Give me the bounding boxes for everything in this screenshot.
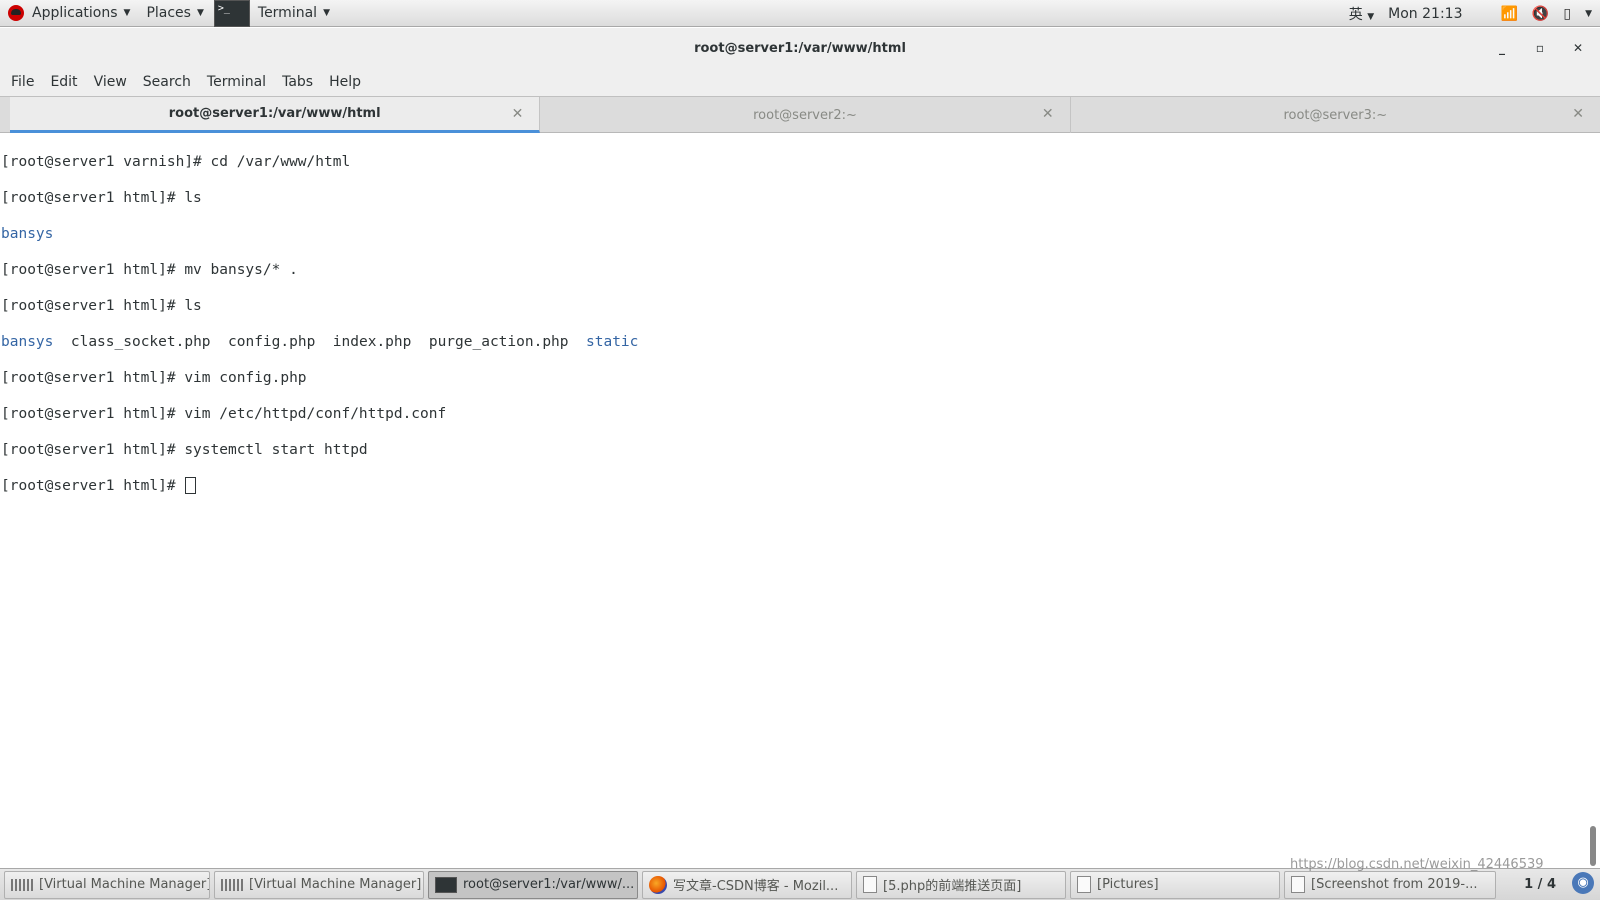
directory-entry: static [586, 334, 639, 350]
wifi-icon[interactable]: 📶 [1500, 6, 1517, 22]
applications-menu[interactable]: Applications ▼ [0, 0, 138, 27]
close-icon[interactable]: ✕ [512, 106, 524, 122]
screenshot-icon [1291, 876, 1305, 893]
close-icon[interactable]: ✕ [1572, 106, 1584, 122]
taskbar: [Virtual Machine Manager] [Virtual Machi… [0, 868, 1600, 900]
tab-label: root@server1:/var/www/html [168, 106, 381, 121]
prompt: [root@server1 html]# [1, 478, 185, 494]
clock[interactable]: Mon 21:13 [1388, 6, 1462, 22]
battery-icon[interactable]: ▯ [1563, 6, 1571, 22]
terminal-line: bansys [1, 226, 54, 242]
task-firefox[interactable]: 写文章-CSDN博客 - Mozil... [642, 870, 852, 899]
tab-server3[interactable]: root@server3:~ ✕ [1071, 97, 1600, 133]
document-icon [863, 876, 877, 893]
ls-output-line: bansys class_socket.php config.php index… [1, 333, 1585, 351]
terminal-line: [root@server1 html]# vim config.php [1, 370, 307, 386]
menu-tabs[interactable]: Tabs [274, 74, 321, 90]
tab-label: root@server3:~ [1283, 107, 1388, 123]
window-title-bar[interactable]: root@server1:/var/www/html _ ▫ ✕ [0, 28, 1600, 68]
places-menu[interactable]: Places ▼ [138, 0, 211, 27]
task-terminal[interactable]: root@server1:/var/www/... [428, 870, 638, 899]
close-button[interactable]: ✕ [1568, 38, 1588, 58]
file-entry: config.php [228, 334, 316, 350]
vm-manager-icon [11, 878, 33, 891]
menu-bar: File Edit View Search Terminal Tabs Help [0, 68, 1600, 96]
prompt-line: [root@server1 html]# [1, 477, 1585, 495]
tab-bar: root@server1:/var/www/html ✕ root@server… [0, 96, 1600, 133]
system-tray: 英 ▼ Mon 21:13 📶 🔇 ▯ ▼ [1349, 0, 1592, 27]
terminal-icon [213, 0, 250, 27]
vm-manager-icon [221, 878, 243, 891]
directory-entry: bansys [1, 334, 54, 350]
top-panel: Applications ▼ Places ▼ Terminal ▼ 英 ▼ M… [0, 0, 1600, 27]
task-label: [5.php的前端推送页面] [883, 879, 1022, 894]
workspace-switcher-icon[interactable]: ◉ [1572, 872, 1594, 894]
terminal-line: [root@server1 html]# mv bansys/* . [1, 262, 298, 278]
terminal-line: [root@server1 html]# ls [1, 298, 202, 314]
terminal-app-menu[interactable]: Terminal ▼ [212, 0, 338, 27]
volume-icon[interactable]: 🔇 [1532, 6, 1549, 22]
terminal-output[interactable]: [root@server1 varnish]# cd /var/www/html… [0, 134, 1586, 868]
task-pictures[interactable]: [Pictures] [1070, 870, 1280, 899]
task-image-viewer[interactable]: [5.php的前端推送页面] [856, 870, 1066, 899]
maximize-button[interactable]: ▫ [1530, 38, 1550, 58]
tab-server2[interactable]: root@server2:~ ✕ [540, 97, 1071, 133]
terminal-line: [root@server1 html]# vim /etc/httpd/conf… [1, 406, 447, 422]
task-label: [Virtual Machine Manager] [39, 877, 210, 892]
terminal-line: [root@server1 html]# systemctl start htt… [1, 442, 368, 458]
menu-help[interactable]: Help [321, 74, 369, 90]
chevron-down-icon[interactable]: ▼ [1585, 9, 1592, 19]
firefox-icon [649, 875, 667, 894]
menu-search[interactable]: Search [135, 74, 199, 90]
tab-label: root@server2:~ [753, 107, 857, 123]
task-label: [Virtual Machine Manager] [249, 877, 422, 892]
redhat-logo-icon [8, 5, 24, 21]
text-cursor [185, 477, 197, 494]
scroll-thumb[interactable] [1590, 826, 1596, 866]
window-title: root@server1:/var/www/html [694, 40, 906, 56]
terminal-line: [root@server1 varnish]# cd /var/www/html [1, 154, 351, 170]
task-label: [Screenshot from 2019-... [1311, 877, 1478, 892]
terminal-app-label: Terminal [257, 5, 318, 21]
chevron-down-icon: ▼ [1367, 11, 1375, 22]
input-method-label: 英 [1348, 6, 1363, 23]
menu-view[interactable]: View [86, 74, 135, 90]
menu-terminal[interactable]: Terminal [199, 74, 274, 90]
watermark: https://blog.csdn.net/weixin_42446539 [1290, 857, 1544, 872]
chevron-down-icon: ▼ [323, 8, 330, 18]
task-label: root@server1:/var/www/... [463, 877, 635, 892]
terminal-scrollbar[interactable] [1586, 134, 1600, 868]
applications-label: Applications [32, 5, 118, 21]
folder-icon [1077, 876, 1091, 893]
task-virt-manager-1[interactable]: [Virtual Machine Manager] [4, 870, 210, 899]
workspace-indicator[interactable]: 1 / 4 [1524, 877, 1556, 892]
terminal-icon [435, 876, 457, 893]
close-icon[interactable]: ✕ [1042, 106, 1054, 122]
file-entry: purge_action.php [428, 334, 569, 350]
task-label: 写文章-CSDN博客 - Mozil... [673, 879, 839, 894]
tab-server1[interactable]: root@server1:/var/www/html ✕ [10, 97, 541, 133]
task-label: [Pictures] [1097, 877, 1159, 892]
chevron-down-icon: ▼ [196, 8, 204, 18]
task-virt-manager-2[interactable]: [Virtual Machine Manager] [214, 870, 424, 899]
task-screenshot[interactable]: [Screenshot from 2019-... [1284, 870, 1496, 899]
chevron-down-icon: ▼ [123, 8, 131, 18]
minimize-button[interactable]: _ [1492, 38, 1512, 58]
menu-file[interactable]: File [3, 74, 42, 90]
file-entry: class_socket.php [70, 334, 211, 350]
input-method-menu[interactable]: 英 ▼ [1349, 4, 1374, 24]
places-label: Places [146, 5, 191, 21]
menu-edit[interactable]: Edit [42, 74, 85, 90]
terminal-line: [root@server1 html]# ls [1, 190, 202, 206]
file-entry: index.php [332, 334, 412, 350]
